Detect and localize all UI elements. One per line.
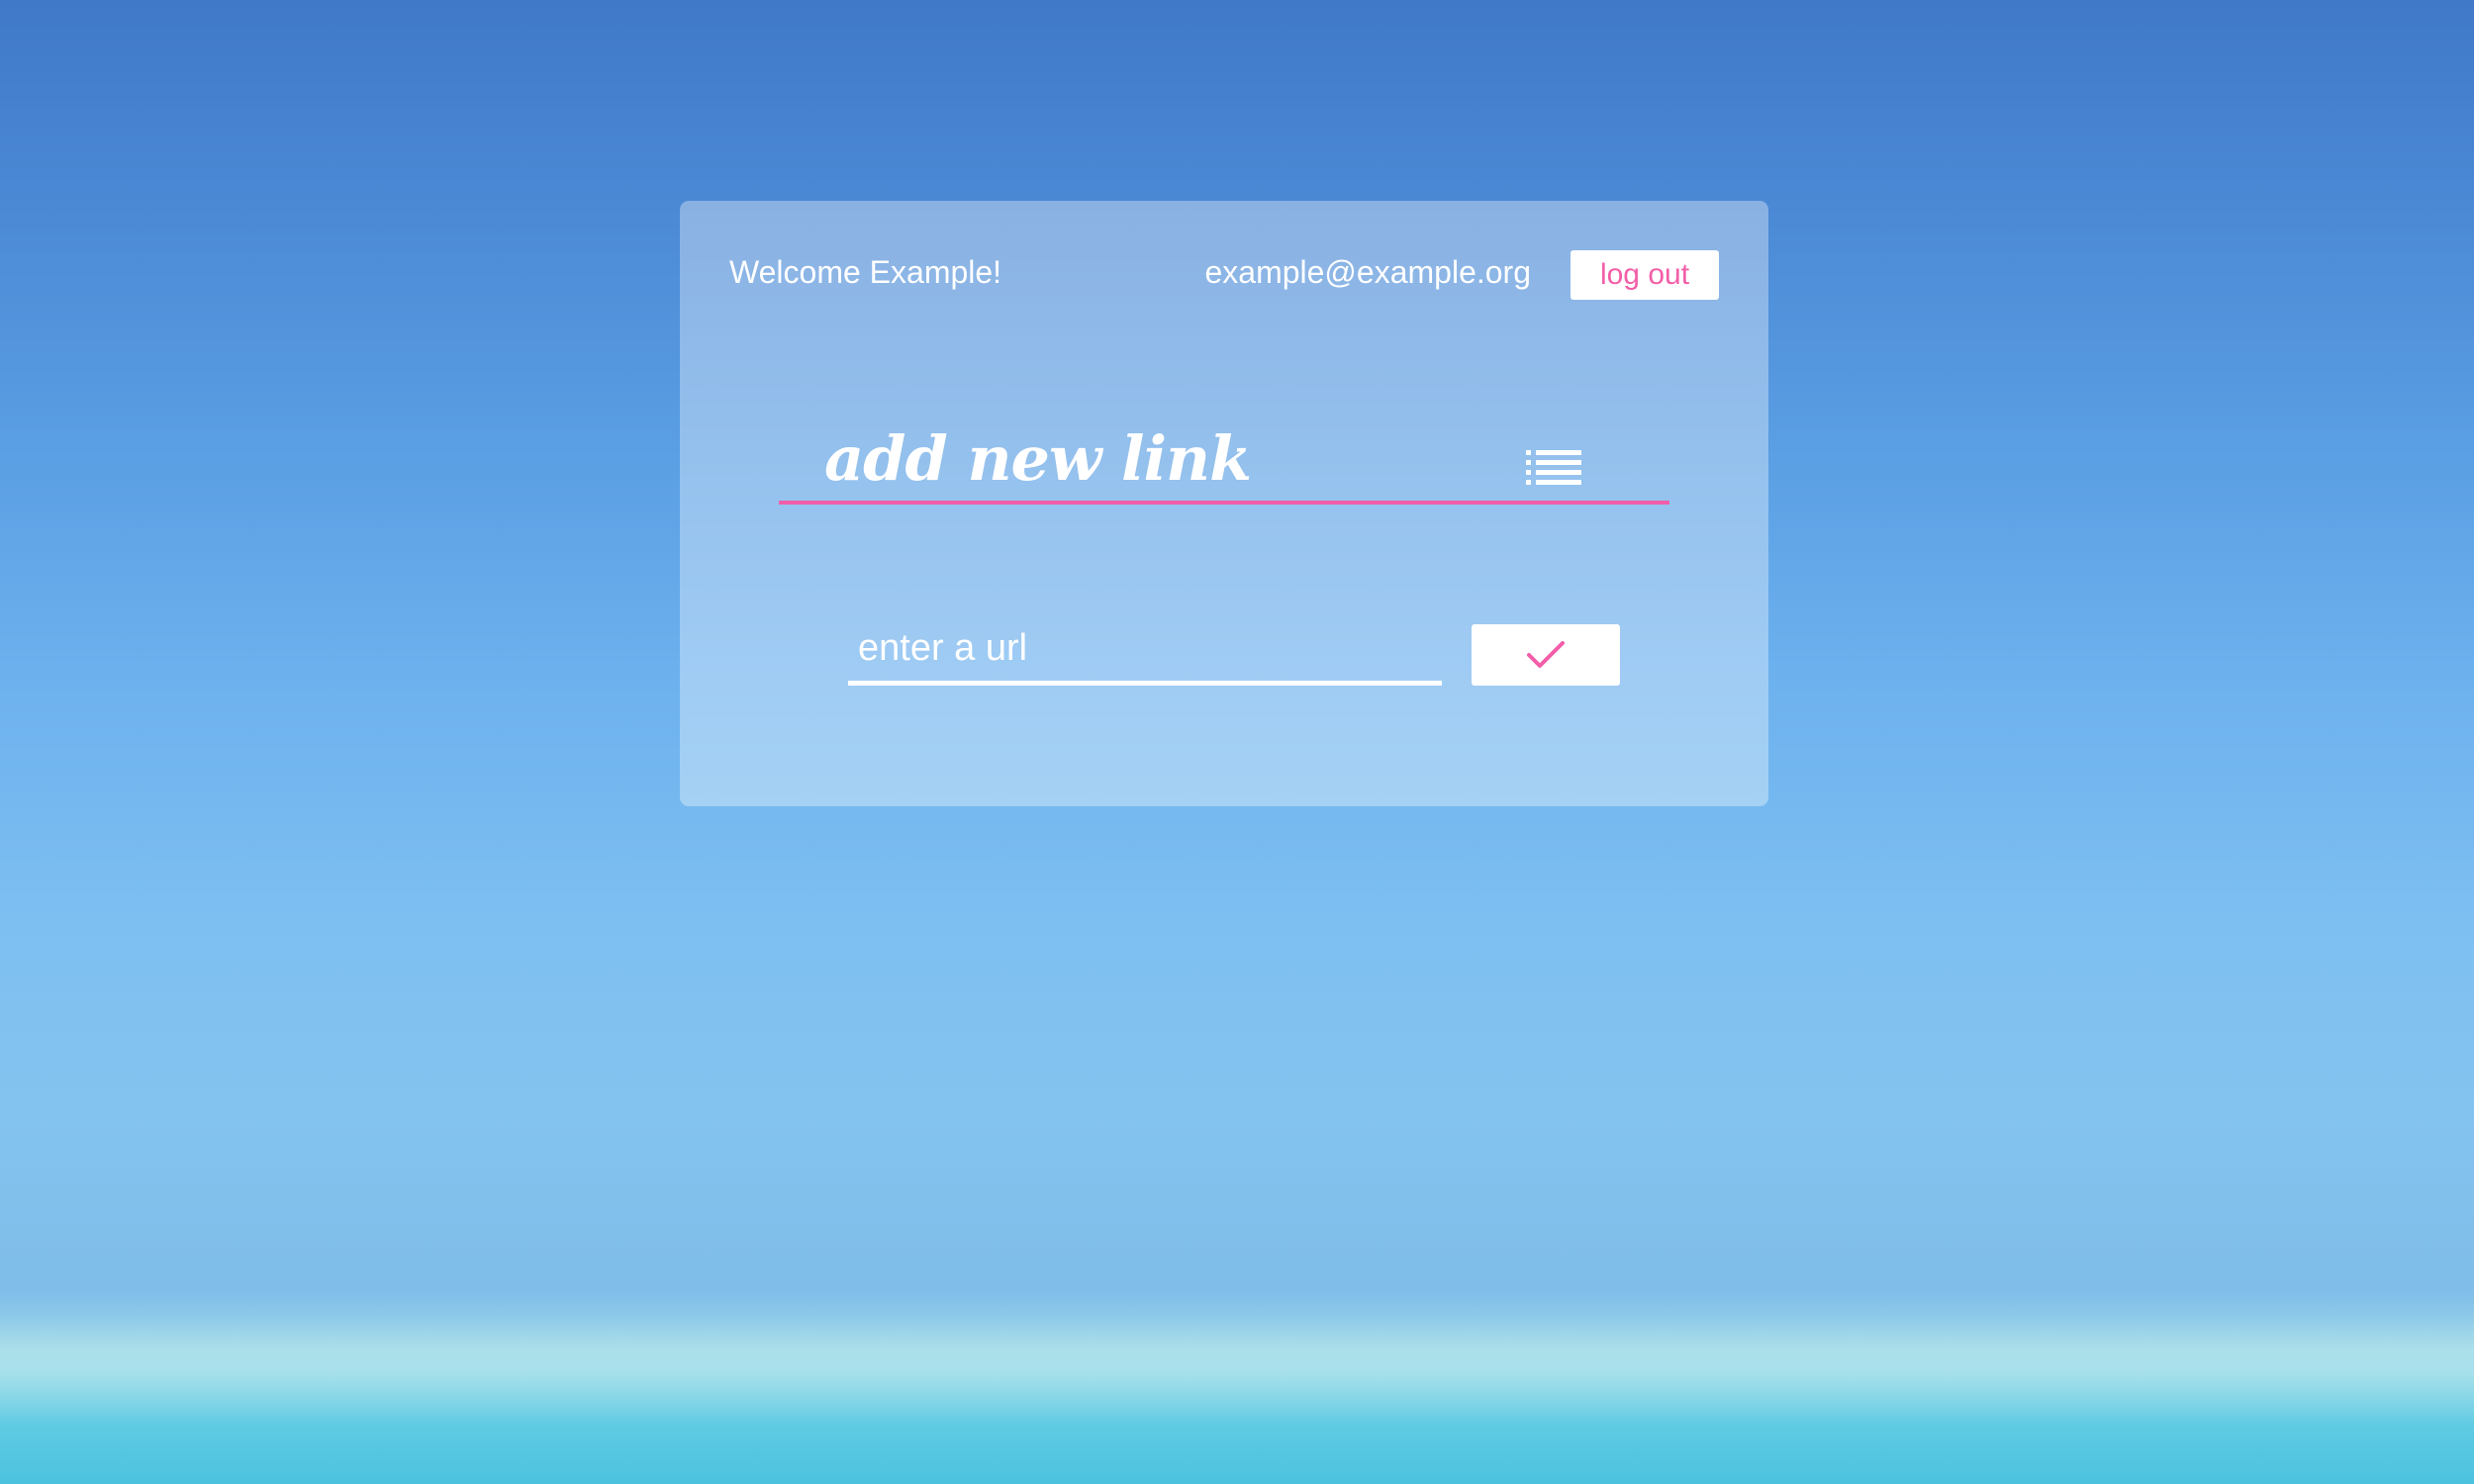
background-haze	[0, 1316, 2474, 1425]
heading-row: add new link	[779, 418, 1669, 505]
list-icon[interactable]	[1526, 448, 1581, 486]
url-input[interactable]	[848, 616, 1442, 686]
welcome-text: Welcome Example!	[729, 254, 1002, 290]
page-title: add new link	[824, 422, 1252, 495]
submit-link-button[interactable]	[1472, 624, 1620, 686]
add-link-card: Welcome Example! example@example.org log…	[680, 201, 1768, 806]
logout-button[interactable]: log out	[1570, 250, 1719, 300]
user-email: example@example.org	[1204, 254, 1531, 290]
checkmark-icon	[1527, 641, 1565, 668]
